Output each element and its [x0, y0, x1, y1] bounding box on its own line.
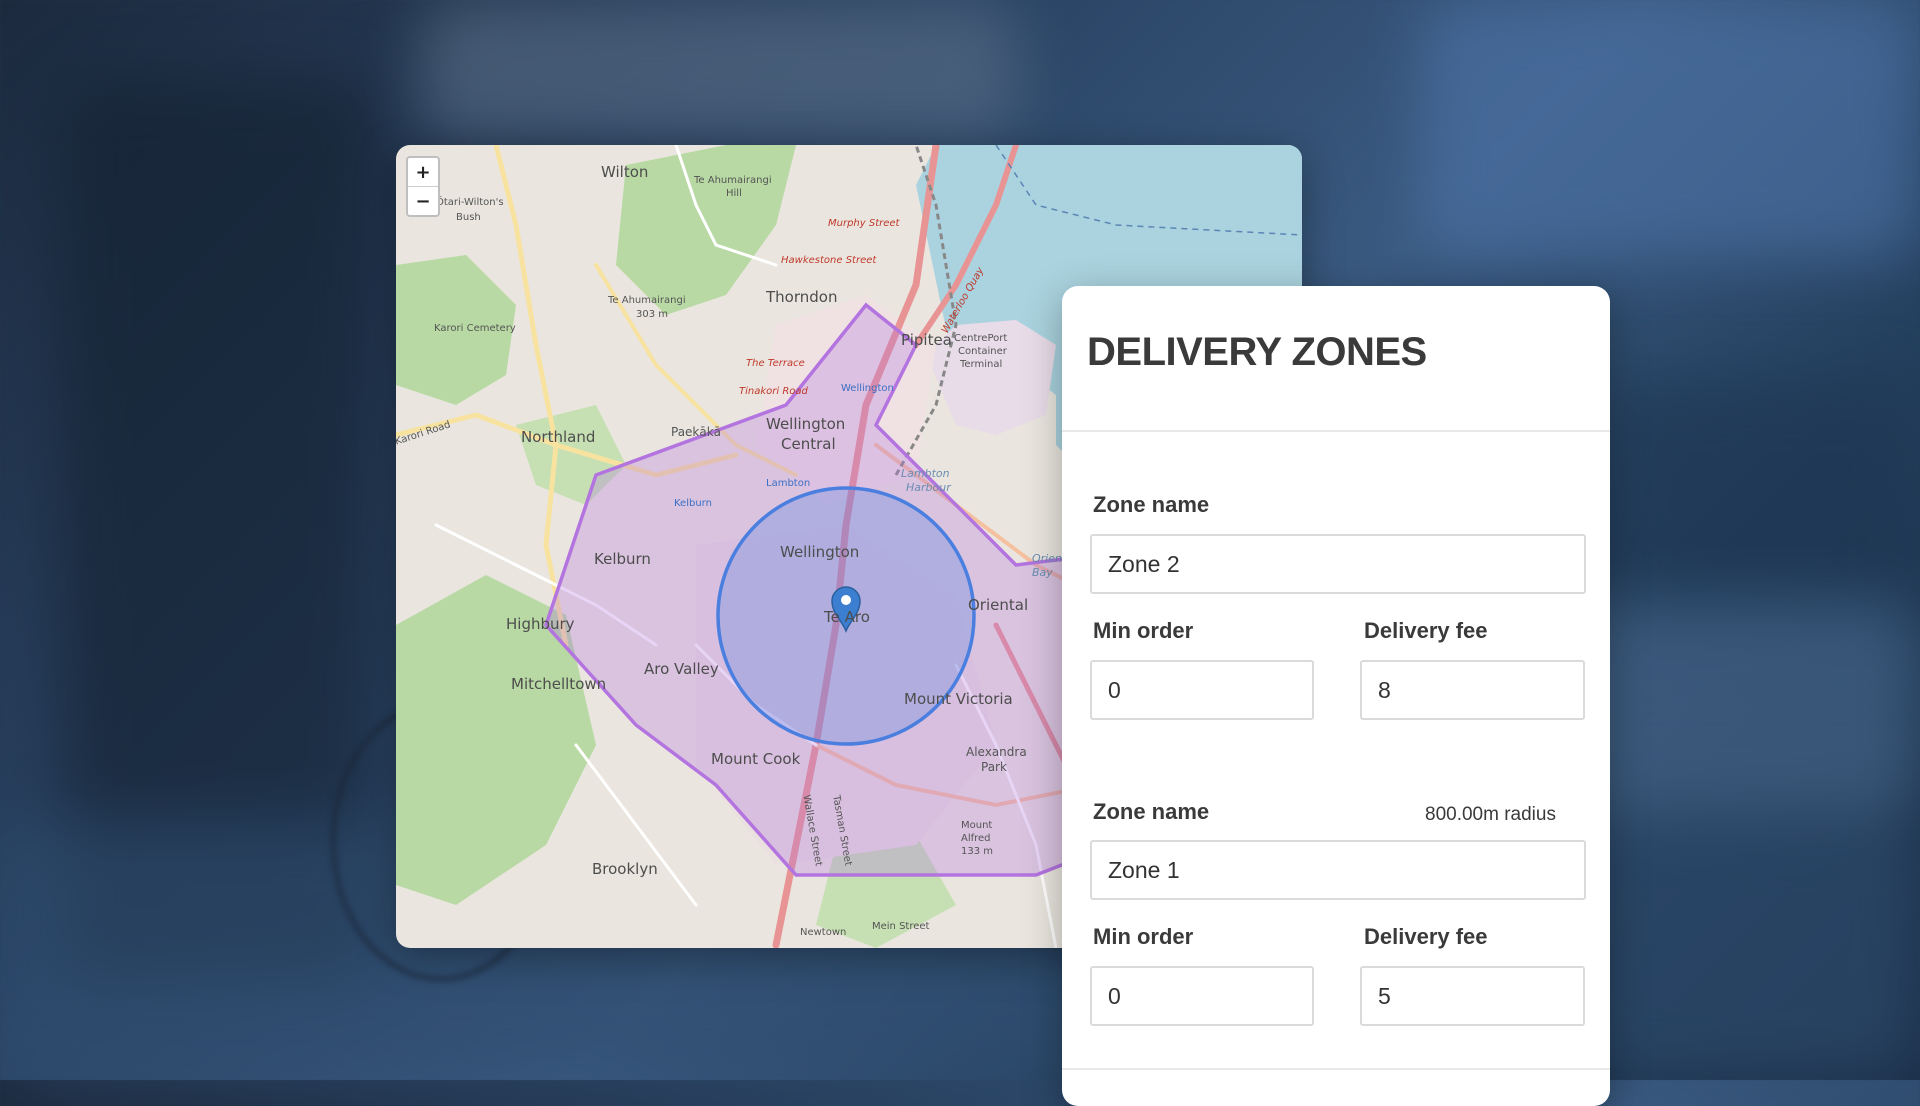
- map-label: Pipitea: [901, 331, 952, 349]
- zoom-control: + −: [406, 156, 440, 217]
- map-label: Wellington: [841, 383, 894, 394]
- zoom-in-button[interactable]: +: [408, 158, 438, 186]
- map-label: Harbour: [906, 481, 951, 494]
- map-label: Lambton: [766, 478, 811, 489]
- divider: [1062, 1068, 1610, 1070]
- radius-note: 800.00m radius: [1425, 804, 1556, 825]
- min-order-label: Min order: [1093, 924, 1194, 949]
- map-label: CentrePort: [954, 333, 1008, 344]
- map-label: Oriental: [968, 596, 1029, 614]
- zoom-out-button[interactable]: −: [408, 186, 438, 215]
- min-order-input[interactable]: [1092, 968, 1312, 1024]
- map-label: Bay: [1032, 566, 1053, 579]
- map-label: Terminal: [960, 359, 1003, 370]
- delivery-fee-field[interactable]: [1360, 660, 1585, 720]
- delivery-fee-label: Delivery fee: [1364, 924, 1488, 949]
- map-label: Aro Valley: [644, 660, 719, 678]
- map-label: Central: [781, 435, 836, 453]
- map-label: Te Ahumairangi: [694, 175, 772, 186]
- map-label: Brooklyn: [592, 860, 658, 878]
- divider: [1062, 430, 1610, 432]
- map-label: Alexandra: [966, 745, 1027, 759]
- map-label: Te Aro: [824, 608, 870, 626]
- map-label: 303 m: [636, 309, 669, 320]
- map-label: Alfred: [961, 833, 991, 844]
- map-label: Hawkestone Street: [781, 255, 877, 266]
- map-label: Kelburn: [674, 498, 712, 509]
- zone-name-label: Zone name: [1093, 492, 1210, 517]
- map-label: Highbury: [506, 615, 575, 633]
- zone-name-field[interactable]: [1090, 840, 1586, 900]
- background-shape: [420, 0, 1020, 140]
- min-order-input[interactable]: [1092, 662, 1312, 718]
- delivery-fee-label: Delivery fee: [1364, 618, 1488, 643]
- min-order-field[interactable]: [1090, 660, 1314, 720]
- map-label: Te Ahumairangi: [608, 295, 686, 306]
- map-label: Mount Victoria: [904, 690, 1013, 708]
- map-label: Hill: [726, 188, 742, 199]
- map-label: Lambton: [901, 467, 950, 480]
- zone-name-input[interactable]: [1092, 536, 1584, 592]
- min-order-field[interactable]: [1090, 966, 1314, 1026]
- min-order-label: Min order: [1093, 618, 1194, 643]
- delivery-fee-input[interactable]: [1362, 968, 1583, 1024]
- map-label: Kelburn: [594, 550, 651, 568]
- map-label: Karori Cemetery: [434, 323, 516, 334]
- map-label: Mount Cook: [711, 750, 801, 768]
- panel-title: DELIVERY ZONES: [1087, 330, 1427, 374]
- delivery-fee-input[interactable]: [1362, 662, 1583, 718]
- map-label: Ōtari-Wilton's: [436, 197, 504, 208]
- map-label: Murphy Street: [828, 218, 900, 229]
- map-label: 133 m: [961, 846, 994, 857]
- map-label: Container: [958, 346, 1007, 357]
- delivery-zones-panel: DELIVERY ZONES Zone name Min order Deliv…: [1062, 286, 1610, 1106]
- delivery-fee-field[interactable]: [1360, 966, 1585, 1026]
- map-label: Tinakori Road: [739, 386, 808, 397]
- zone-name-label: Zone name: [1093, 799, 1210, 824]
- map-label: Wilton: [601, 163, 649, 181]
- map-label: Mitchelltown: [511, 675, 607, 693]
- map-label: Park: [981, 760, 1007, 774]
- map-label: Wellington: [780, 543, 860, 561]
- map-label: Paekākā: [671, 425, 722, 439]
- zone-name-field[interactable]: [1090, 534, 1586, 594]
- zone-name-input[interactable]: [1092, 842, 1584, 898]
- map-label: Bush: [456, 212, 481, 223]
- map-label: Wellington: [766, 415, 846, 433]
- map-label: Northland: [521, 428, 596, 446]
- background-shape: [1420, 0, 1920, 260]
- map-label: The Terrace: [746, 358, 805, 369]
- map-label: Newtown: [800, 927, 847, 938]
- map-label: Mount: [961, 820, 993, 831]
- map-label: Mein Street: [872, 921, 930, 932]
- map-label: Thorndon: [766, 288, 838, 306]
